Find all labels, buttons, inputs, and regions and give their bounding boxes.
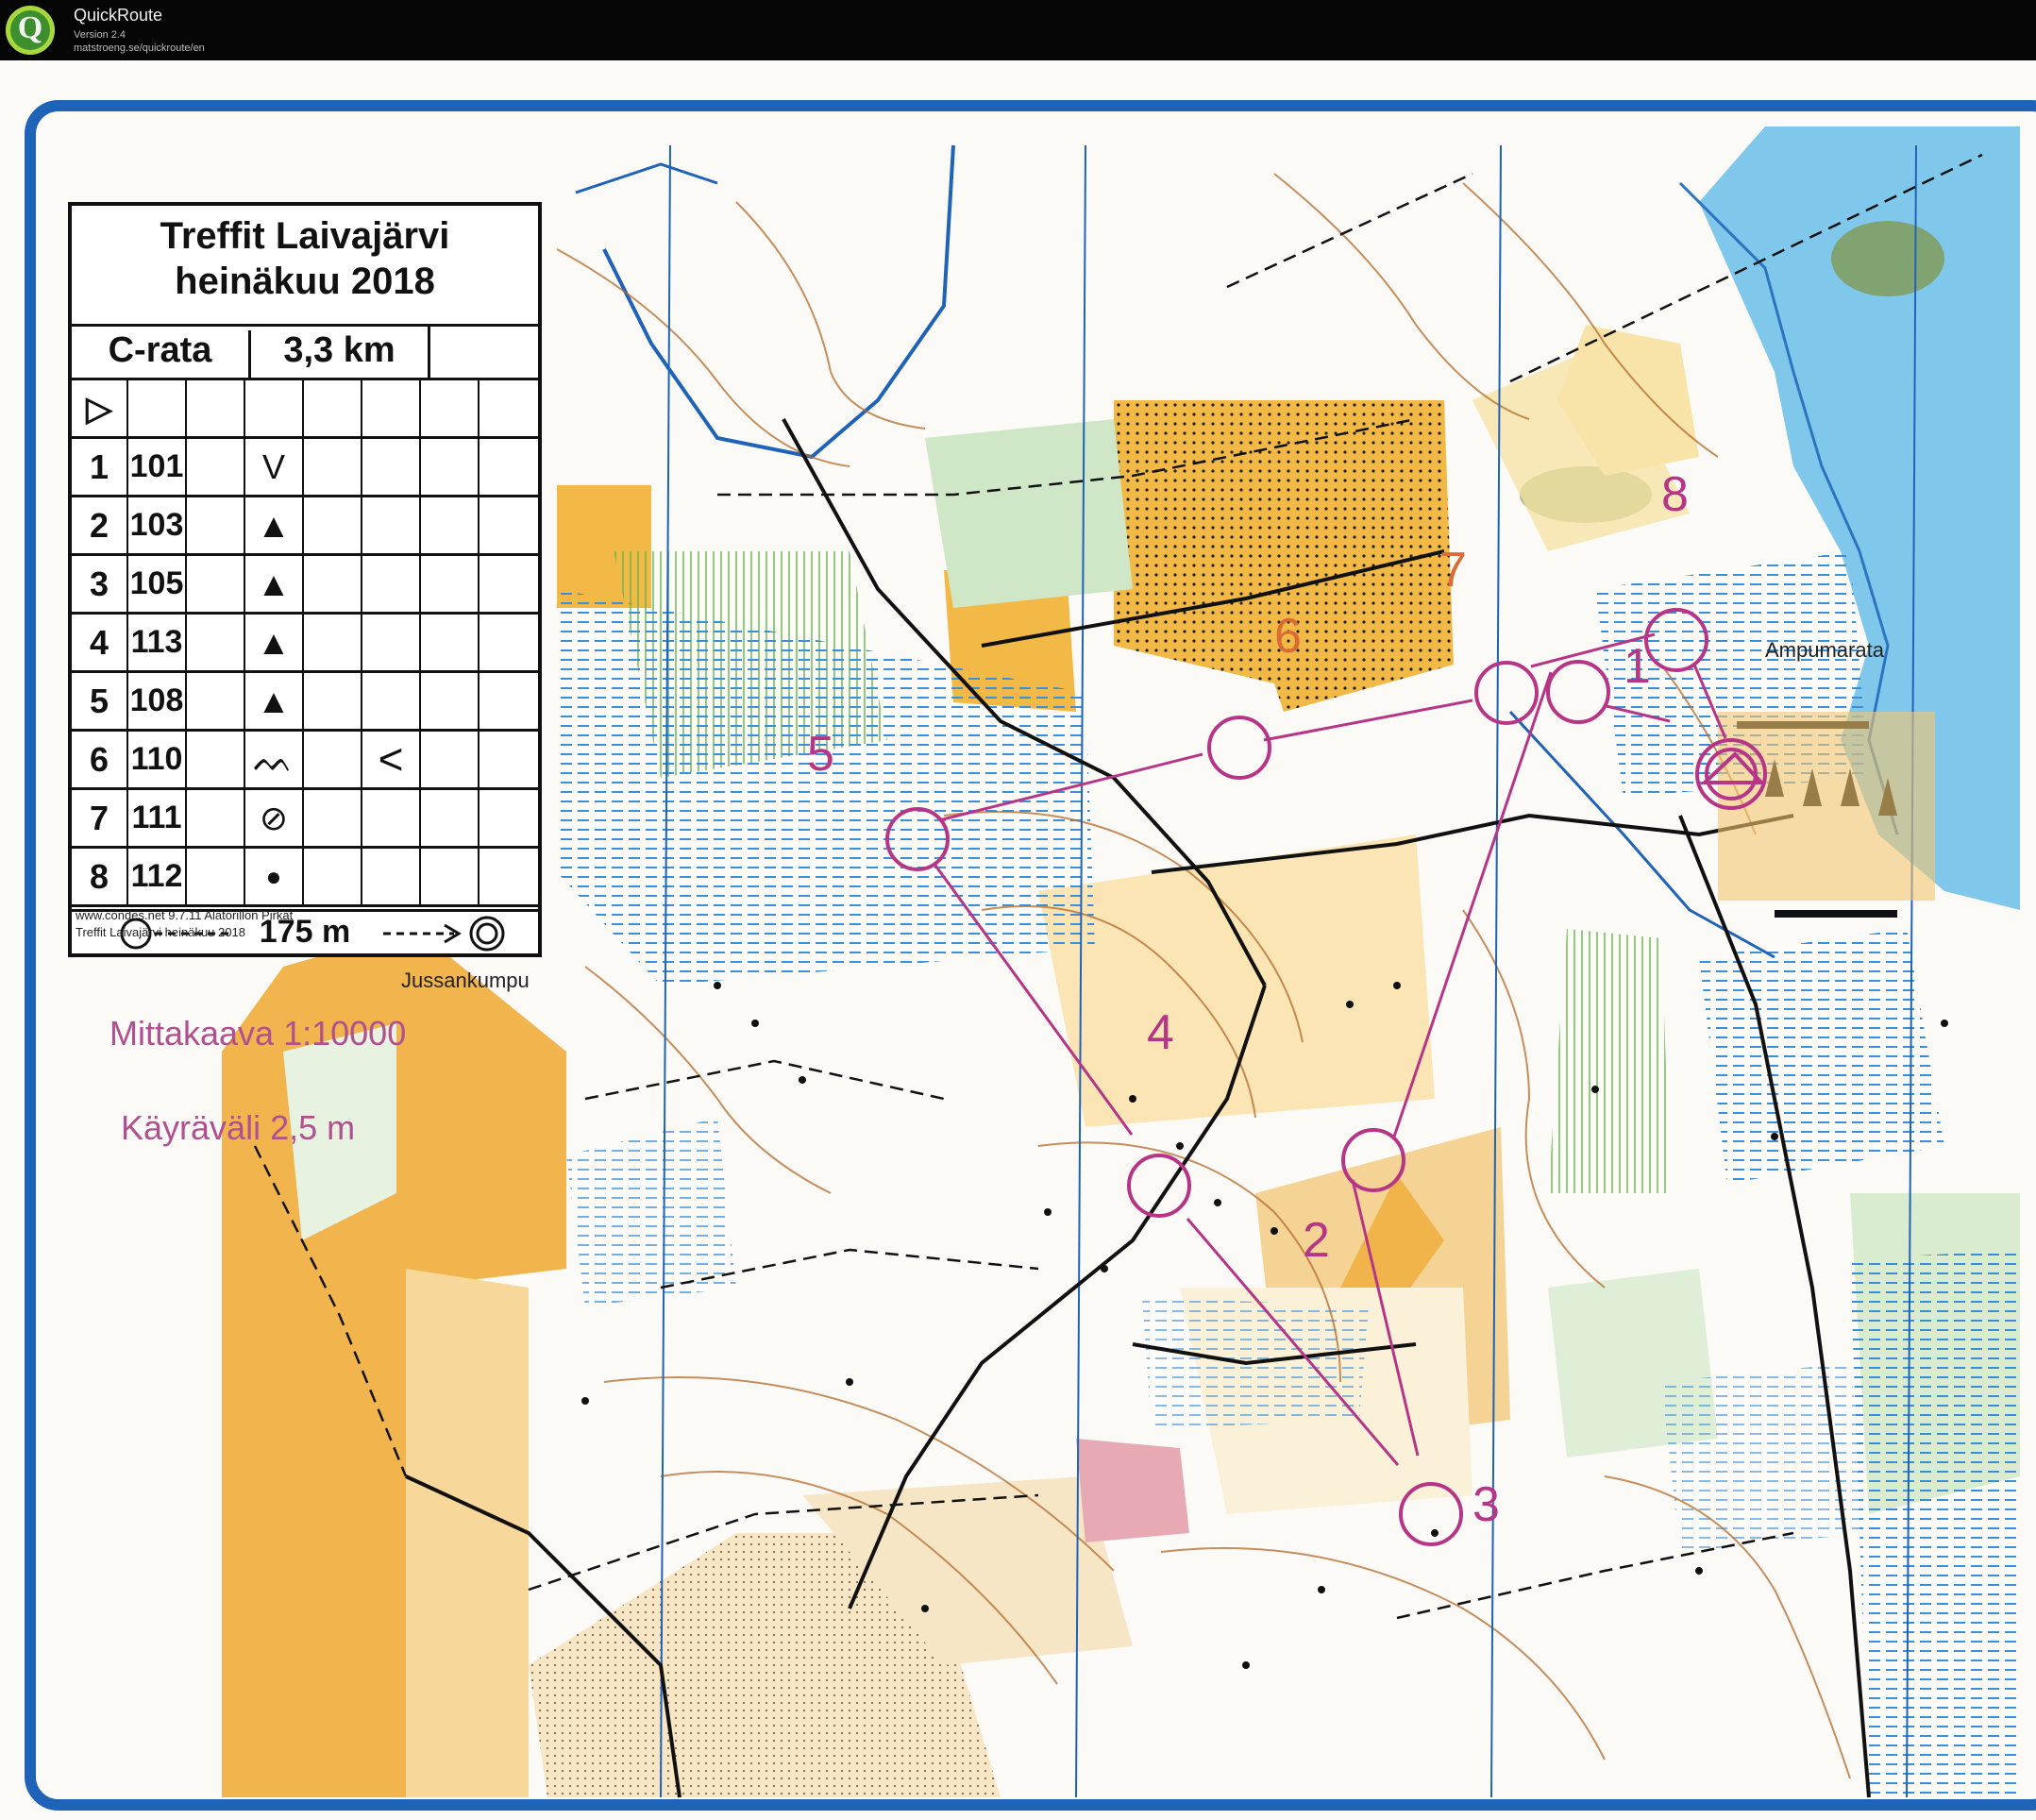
- control-description-sheet: Treffit Laivajärvi heinäkuu 2018 C-rata …: [68, 202, 542, 957]
- start-row: ▷: [72, 380, 540, 439]
- control-row: 6 110 ᨓ <: [72, 732, 540, 790]
- knoll-icon: ▲: [245, 556, 304, 612]
- description-grid: ▷ 1 101 V 2 103 ▲ 3 105 ▲ 4 113 ▲ 5 108 …: [72, 380, 540, 907]
- credit-line-2: Treffit Laivajärvi heinäkuu 2018: [76, 925, 245, 939]
- control-number-7: 7: [1439, 543, 1467, 598]
- control-number-4: 4: [1147, 1005, 1174, 1060]
- place-name-ampumarata: Ampumarata: [1765, 638, 1884, 662]
- control-number-1: 1: [1624, 639, 1651, 694]
- credit-line-1: www.condes.net 9.7.11 Alatorillon Pirkat: [76, 908, 294, 922]
- boulder-icon: ●: [245, 849, 304, 904]
- re-entrant-icon: V: [245, 439, 304, 495]
- control-row: 1 101 V: [72, 439, 540, 497]
- control-number-8: 8: [1661, 467, 1689, 522]
- control-number-6: 6: [1274, 609, 1302, 664]
- control-row: 7 111 ⊘: [72, 790, 540, 849]
- control-row: 3 105 ▲: [72, 556, 540, 615]
- knoll-icon: ▲: [245, 497, 304, 553]
- course-length: 3,3 km: [248, 330, 428, 378]
- event-title: Treffit Laivajärvi heinäkuu 2018: [160, 215, 450, 302]
- map-scale-label: Mittakaava 1:10000: [109, 1014, 407, 1053]
- knoll-icon: ▲: [245, 615, 304, 670]
- control-number-2: 2: [1303, 1213, 1330, 1268]
- orienteering-map[interactable]: 1 2 3 4 5 6 7 8 Jussankumpu Ampumarata M…: [0, 60, 2036, 1820]
- knoll-icon: ▲: [245, 673, 304, 729]
- quickroute-logo-icon: Q: [6, 6, 55, 55]
- control-row: 2 103 ▲: [72, 497, 540, 556]
- start-triangle-icon: ▷: [72, 380, 128, 436]
- control-row: 4 113 ▲: [72, 615, 540, 673]
- course-name: C-rata: [108, 330, 212, 370]
- course-climb-cell: [428, 327, 540, 378]
- app-titlebar: Q QuickRoute Version 2.4 matstroeng.se/q…: [0, 0, 2036, 60]
- app-url[interactable]: matstroeng.se/quickroute/en: [74, 42, 205, 54]
- small-watercourse-icon: ᨓ: [245, 732, 304, 787]
- contour-interval-label: Käyräväli 2,5 m: [121, 1108, 356, 1147]
- bend-icon: <: [362, 732, 421, 787]
- control-row: 8 112 ●: [72, 849, 540, 907]
- control-row: 5 108 ▲: [72, 673, 540, 732]
- control-number-5: 5: [807, 727, 834, 782]
- app-version: Version 2.4: [74, 29, 126, 41]
- place-name-jussankumpu: Jussankumpu: [401, 969, 530, 992]
- course-header: C-rata 3,3 km: [72, 324, 538, 380]
- path-crossing-icon: ⊘: [245, 790, 304, 846]
- app-name: QuickRoute: [74, 6, 163, 25]
- control-number-3: 3: [1472, 1477, 1500, 1532]
